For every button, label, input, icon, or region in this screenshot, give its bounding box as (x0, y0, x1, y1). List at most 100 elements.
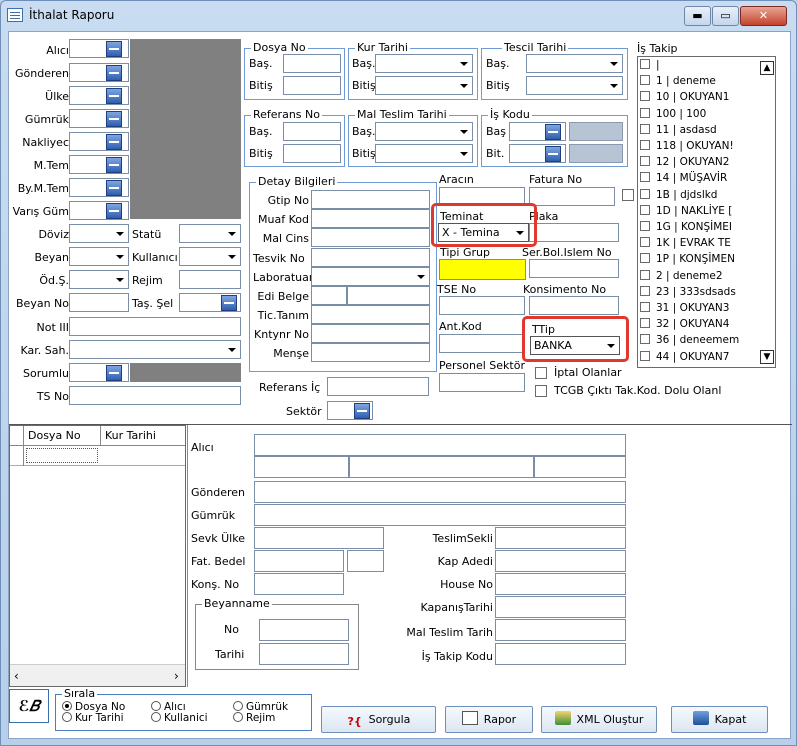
kullanici-combo[interactable] (179, 247, 241, 266)
detail-alici-sub1[interactable] (254, 456, 349, 478)
checkbox-icon[interactable] (640, 285, 650, 296)
gonderen-picker-icon[interactable] (106, 65, 122, 81)
is-takip-item[interactable]: 1P | KONŞİMEN (640, 253, 735, 265)
edi-input-2[interactable] (347, 286, 430, 305)
maximize-button[interactable]: ▭ (712, 6, 739, 26)
kur-bitis-combo[interactable] (375, 76, 473, 95)
dosya-bas-input[interactable] (283, 54, 341, 73)
detail-kap-adedi-input[interactable] (495, 550, 626, 572)
is-takip-item[interactable]: 31 | OKUYAN3 (640, 302, 729, 314)
detail-mal-teslim-input[interactable] (495, 619, 626, 641)
checkbox-icon[interactable] (640, 350, 650, 361)
chevron-down-icon[interactable] (112, 271, 128, 288)
chevron-down-icon[interactable] (112, 225, 128, 242)
grid-col-dosya-no[interactable]: Dosya No (28, 429, 81, 443)
fatura-checkbox[interactable] (622, 189, 634, 201)
checkbox-icon[interactable] (640, 107, 650, 118)
muaf-input[interactable] (311, 209, 430, 228)
results-grid[interactable]: Dosya No Kur Tarihi ‹ › (9, 425, 186, 687)
tescil-bas-combo[interactable] (526, 54, 623, 73)
is-takip-item[interactable]: 118 | OKUYAN! (640, 140, 734, 152)
scroll-up-icon[interactable]: ▲ (760, 61, 774, 75)
is-takip-scrollbar[interactable]: ▲ ▼ (759, 57, 775, 367)
by-m-tem-picker-icon[interactable] (106, 180, 122, 196)
sort-kur-tarihi-radio[interactable]: Kur Tarihi (62, 711, 124, 725)
chevron-down-icon[interactable] (224, 225, 240, 242)
chevron-down-icon[interactable] (606, 55, 622, 72)
radio-icon[interactable] (233, 712, 243, 722)
referans-ic-input[interactable] (327, 377, 429, 396)
tipi-grup-input[interactable] (439, 259, 526, 280)
ref-bitis-input[interactable] (283, 144, 341, 163)
detail-gumruk-input[interactable] (254, 504, 626, 526)
radio-selected-icon[interactable] (62, 701, 72, 711)
personel-sektor-input[interactable] (439, 373, 525, 392)
checkbox-icon[interactable] (640, 75, 650, 86)
doviz-combo[interactable] (69, 224, 129, 243)
ref-bas-input[interactable] (283, 122, 341, 141)
is-takip-item[interactable]: 1G | KONŞİMEI (640, 221, 732, 233)
detail-house-no-input[interactable] (495, 573, 626, 595)
grid-new-row[interactable] (10, 446, 185, 466)
grid-col-kur-tarihi[interactable]: Kur Tarihi (105, 429, 156, 443)
detail-tarihi-input[interactable] (259, 643, 349, 665)
radio-icon[interactable] (151, 701, 161, 711)
checkbox-icon[interactable] (640, 91, 650, 102)
chevron-down-icon[interactable] (456, 55, 472, 72)
scroll-right-icon[interactable]: › (174, 669, 179, 683)
detail-alici-sub2[interactable] (349, 456, 534, 478)
checkbox-icon[interactable] (640, 156, 650, 167)
checkbox-icon[interactable] (640, 140, 650, 150)
sorumlu-picker-icon[interactable] (106, 365, 122, 381)
scroll-left-icon[interactable]: ‹ (14, 669, 19, 683)
kntynr-input[interactable] (311, 324, 430, 343)
tesvik-input[interactable] (311, 248, 430, 267)
checkbox-icon[interactable] (640, 253, 650, 264)
xml-olustur-button[interactable]: XML Oluştur (541, 706, 657, 733)
is-takip-item[interactable]: 23 | 333sdsads (640, 285, 736, 297)
grid-horizontal-scrollbar[interactable]: ‹ › (10, 664, 185, 686)
checkbox-icon[interactable] (640, 269, 650, 280)
varis-gumruk-picker-icon[interactable] (106, 203, 122, 219)
chevron-down-icon[interactable] (224, 248, 240, 265)
sektor-picker-icon[interactable] (354, 403, 370, 419)
close-button[interactable]: ✕ (740, 6, 787, 26)
gtip-input[interactable] (311, 190, 430, 209)
is-bas-picker-icon[interactable] (545, 124, 561, 140)
statu-combo[interactable] (179, 224, 241, 243)
tcgb-checkbox[interactable] (535, 385, 547, 397)
is-takip-item[interactable]: 11 | asdasd (640, 123, 717, 135)
chevron-down-icon[interactable] (606, 77, 622, 94)
fatura-no-input[interactable] (529, 187, 615, 206)
detail-teslim-sekli-input[interactable] (495, 527, 626, 549)
detail-sevk-ulke-input[interactable] (254, 527, 384, 549)
detail-is-takip-kodu-input[interactable] (495, 643, 626, 665)
nakliyeci-picker-icon[interactable] (106, 134, 122, 150)
detail-kons-no-input[interactable] (254, 573, 344, 595)
kar-sah-combo[interactable] (69, 340, 241, 359)
detail-fat-doviz-input[interactable] (347, 550, 384, 572)
checkbox-icon[interactable] (640, 172, 650, 183)
checkbox-icon[interactable] (640, 334, 650, 345)
detail-gonderen-input[interactable] (254, 481, 626, 503)
checkbox-icon[interactable] (640, 318, 650, 329)
is-takip-item[interactable]: 12 | OKUYAN2 (640, 156, 729, 168)
scroll-down-icon[interactable]: ▼ (760, 350, 774, 364)
dosya-bitis-input[interactable] (283, 76, 341, 95)
is-takip-list[interactable]: | 1 | deneme 10 | OKUYAN1 100 | 100 11 | asd… (637, 56, 776, 368)
eb-logo-button[interactable]: ℰ𝐵 (9, 689, 49, 723)
is-takip-item[interactable]: 1B | djdslkd (640, 188, 717, 200)
mal-cins-input[interactable] (311, 228, 430, 247)
kapat-button[interactable]: Kapat (671, 706, 768, 733)
ts-no-input[interactable] (69, 386, 241, 405)
beyan-no-input[interactable] (69, 293, 129, 312)
tse-no-input[interactable] (439, 296, 525, 315)
chevron-down-icon[interactable] (456, 123, 472, 140)
sort-rejim-radio[interactable]: Rejim (233, 711, 275, 725)
is-takip-item[interactable]: 2 | deneme2 (640, 269, 723, 281)
detail-alici-input[interactable] (254, 434, 626, 456)
not-input[interactable] (69, 317, 241, 336)
detail-no-input[interactable] (259, 619, 349, 641)
edi-input[interactable] (311, 286, 347, 305)
od-s-combo[interactable] (69, 270, 129, 289)
